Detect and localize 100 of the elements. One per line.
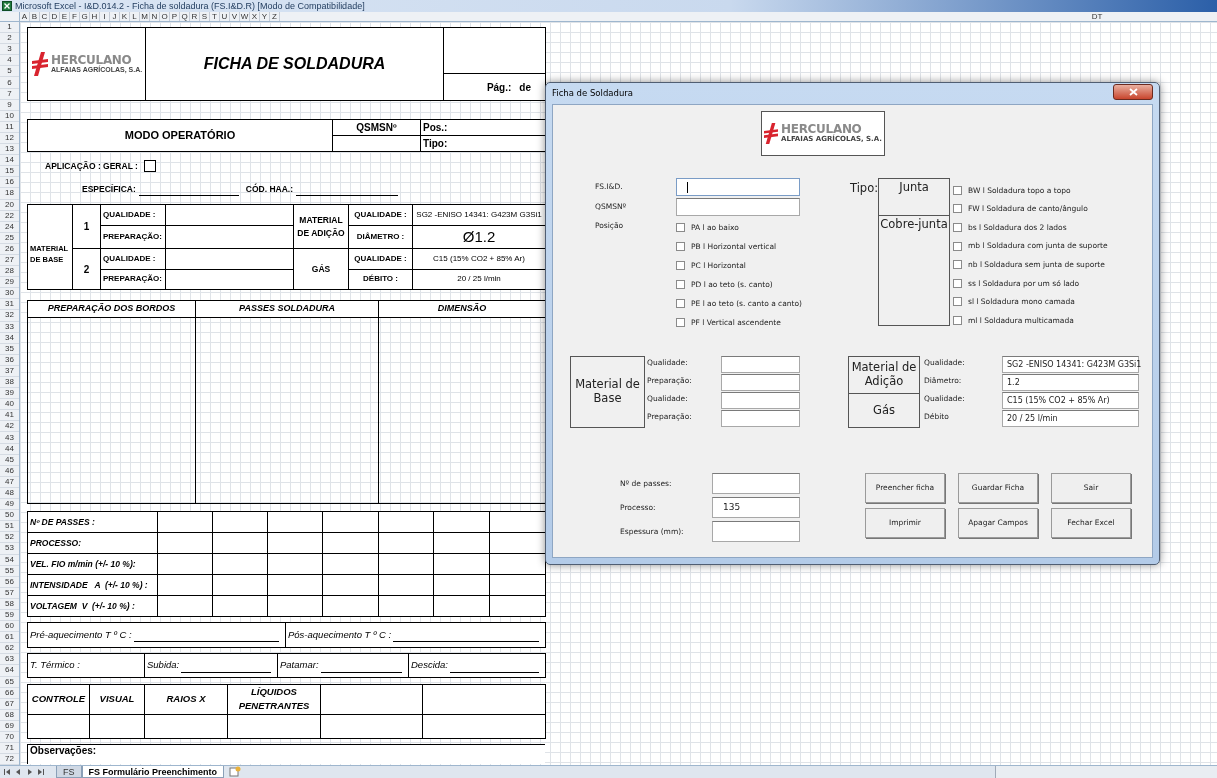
column-header[interactable]: D [50, 12, 60, 21]
column-header[interactable]: W [240, 12, 250, 21]
row-number[interactable]: 56 [0, 576, 19, 588]
column-header[interactable]: N [150, 12, 160, 21]
row-number[interactable]: 22 [0, 210, 19, 222]
column-header[interactable]: C [40, 12, 50, 21]
row-number[interactable]: 6 [0, 77, 19, 89]
sheet-tab[interactable]: FS [56, 766, 82, 778]
row-number[interactable]: 60 [0, 621, 19, 633]
column-header[interactable]: V [230, 12, 240, 21]
row-number[interactable]: 20 [0, 199, 19, 211]
column-header[interactable]: I [100, 12, 110, 21]
row-number[interactable]: 16 [0, 177, 19, 189]
row-number[interactable]: 40 [0, 399, 19, 411]
row-number[interactable]: 31 [0, 299, 19, 311]
row-number[interactable]: 61 [0, 632, 19, 644]
row-number[interactable]: 15 [0, 166, 19, 178]
column-header[interactable]: T [210, 12, 220, 21]
row-number[interactable]: 14 [0, 155, 19, 167]
column-header[interactable]: X [250, 12, 260, 21]
checkbox[interactable] [143, 160, 156, 173]
row-number[interactable]: 43 [0, 432, 19, 444]
column-header[interactable]: Q [180, 12, 190, 21]
column-header[interactable]: L [130, 12, 140, 21]
row-number[interactable]: 11 [0, 121, 19, 133]
input-field[interactable] [676, 198, 800, 216]
column-header[interactable]: R [190, 12, 200, 21]
column-header[interactable]: U [220, 12, 230, 21]
row-number[interactable]: 55 [0, 565, 19, 577]
close-button[interactable] [1113, 83, 1153, 100]
row-number[interactable]: 57 [0, 587, 19, 599]
row-number[interactable]: 70 [0, 732, 19, 744]
input-field[interactable]: 20 / 25 l/min [1002, 410, 1139, 427]
row-number[interactable]: 59 [0, 609, 19, 622]
column-header[interactable]: M [140, 12, 150, 21]
row-number[interactable]: 1 [0, 22, 19, 34]
column-header[interactable]: DT [1017, 12, 1177, 21]
row-number[interactable]: 38 [0, 377, 19, 389]
row-number[interactable]: 49 [0, 499, 19, 511]
row-number[interactable]: 25 [0, 232, 19, 244]
row-number[interactable]: 28 [0, 266, 19, 278]
input-field[interactable] [721, 410, 800, 427]
column-header[interactable]: J [110, 12, 120, 21]
row-number[interactable]: 53 [0, 543, 19, 555]
input-field[interactable] [712, 473, 800, 494]
row-number[interactable]: 18 [0, 188, 19, 200]
row-number[interactable]: 47 [0, 476, 19, 488]
row-number[interactable]: 64 [0, 665, 19, 677]
row-number[interactable]: 36 [0, 354, 19, 366]
row-number[interactable]: 58 [0, 598, 19, 610]
row-number[interactable]: 2 [0, 33, 19, 45]
column-header[interactable]: E [60, 12, 70, 21]
row-number[interactable]: 26 [0, 243, 19, 255]
row-number[interactable]: 46 [0, 465, 19, 477]
row-number[interactable]: 3 [0, 44, 19, 56]
row-number[interactable]: 65 [0, 676, 19, 688]
row-number[interactable]: 69 [0, 720, 19, 732]
column-header[interactable]: K [120, 12, 130, 21]
row-number[interactable]: 62 [0, 643, 19, 655]
row-number[interactable]: 12 [0, 132, 19, 145]
input-field[interactable]: SG2 -ENISO 14341: G423M G3Si1 [1002, 356, 1139, 373]
row-number[interactable]: 34 [0, 332, 19, 344]
row-number[interactable]: 13 [0, 144, 19, 156]
column-header[interactable]: Y [260, 12, 270, 21]
row-number[interactable]: 10 [0, 110, 19, 122]
row-number[interactable]: 9 [0, 99, 19, 111]
row-number[interactable]: 51 [0, 521, 19, 533]
row-number[interactable]: 44 [0, 443, 19, 455]
row-number[interactable]: 30 [0, 288, 19, 300]
column-header[interactable]: B [30, 12, 40, 21]
row-number[interactable]: 71 [0, 743, 19, 755]
input-field[interactable]: C15 (15% CO2 + 85% Ar) [1002, 392, 1139, 409]
row-number[interactable]: 7 [0, 88, 19, 100]
row-number[interactable]: 37 [0, 365, 19, 377]
row-number[interactable]: 54 [0, 554, 19, 566]
column-header[interactable]: H [90, 12, 100, 21]
row-number[interactable]: 52 [0, 532, 19, 544]
row-number[interactable]: 24 [0, 221, 19, 233]
row-number[interactable]: 5 [0, 66, 19, 78]
column-header[interactable]: A [20, 12, 30, 21]
sheet-tab[interactable]: FS Formulário Preenchimento [81, 766, 225, 778]
row-number[interactable]: 45 [0, 454, 19, 466]
row-number[interactable]: 48 [0, 487, 19, 500]
row-number[interactable]: 29 [0, 277, 19, 289]
row-number[interactable]: 33 [0, 321, 19, 333]
row-number[interactable]: 32 [0, 310, 19, 322]
input-field[interactable]: 1.2 [1002, 374, 1139, 391]
column-header[interactable]: G [80, 12, 90, 21]
input-field[interactable] [721, 374, 800, 391]
column-header[interactable]: O [160, 12, 170, 21]
horizontal-scrollbar[interactable] [995, 766, 1217, 778]
row-number[interactable]: 67 [0, 698, 19, 710]
column-header[interactable]: S [200, 12, 210, 21]
input-field[interactable] [676, 178, 800, 196]
row-number[interactable]: 50 [0, 510, 19, 522]
row-number[interactable]: 66 [0, 687, 19, 699]
column-header[interactable]: P [170, 12, 180, 21]
row-number[interactable]: 68 [0, 709, 19, 721]
row-number[interactable]: 27 [0, 254, 19, 267]
row-number[interactable]: 4 [0, 55, 19, 67]
